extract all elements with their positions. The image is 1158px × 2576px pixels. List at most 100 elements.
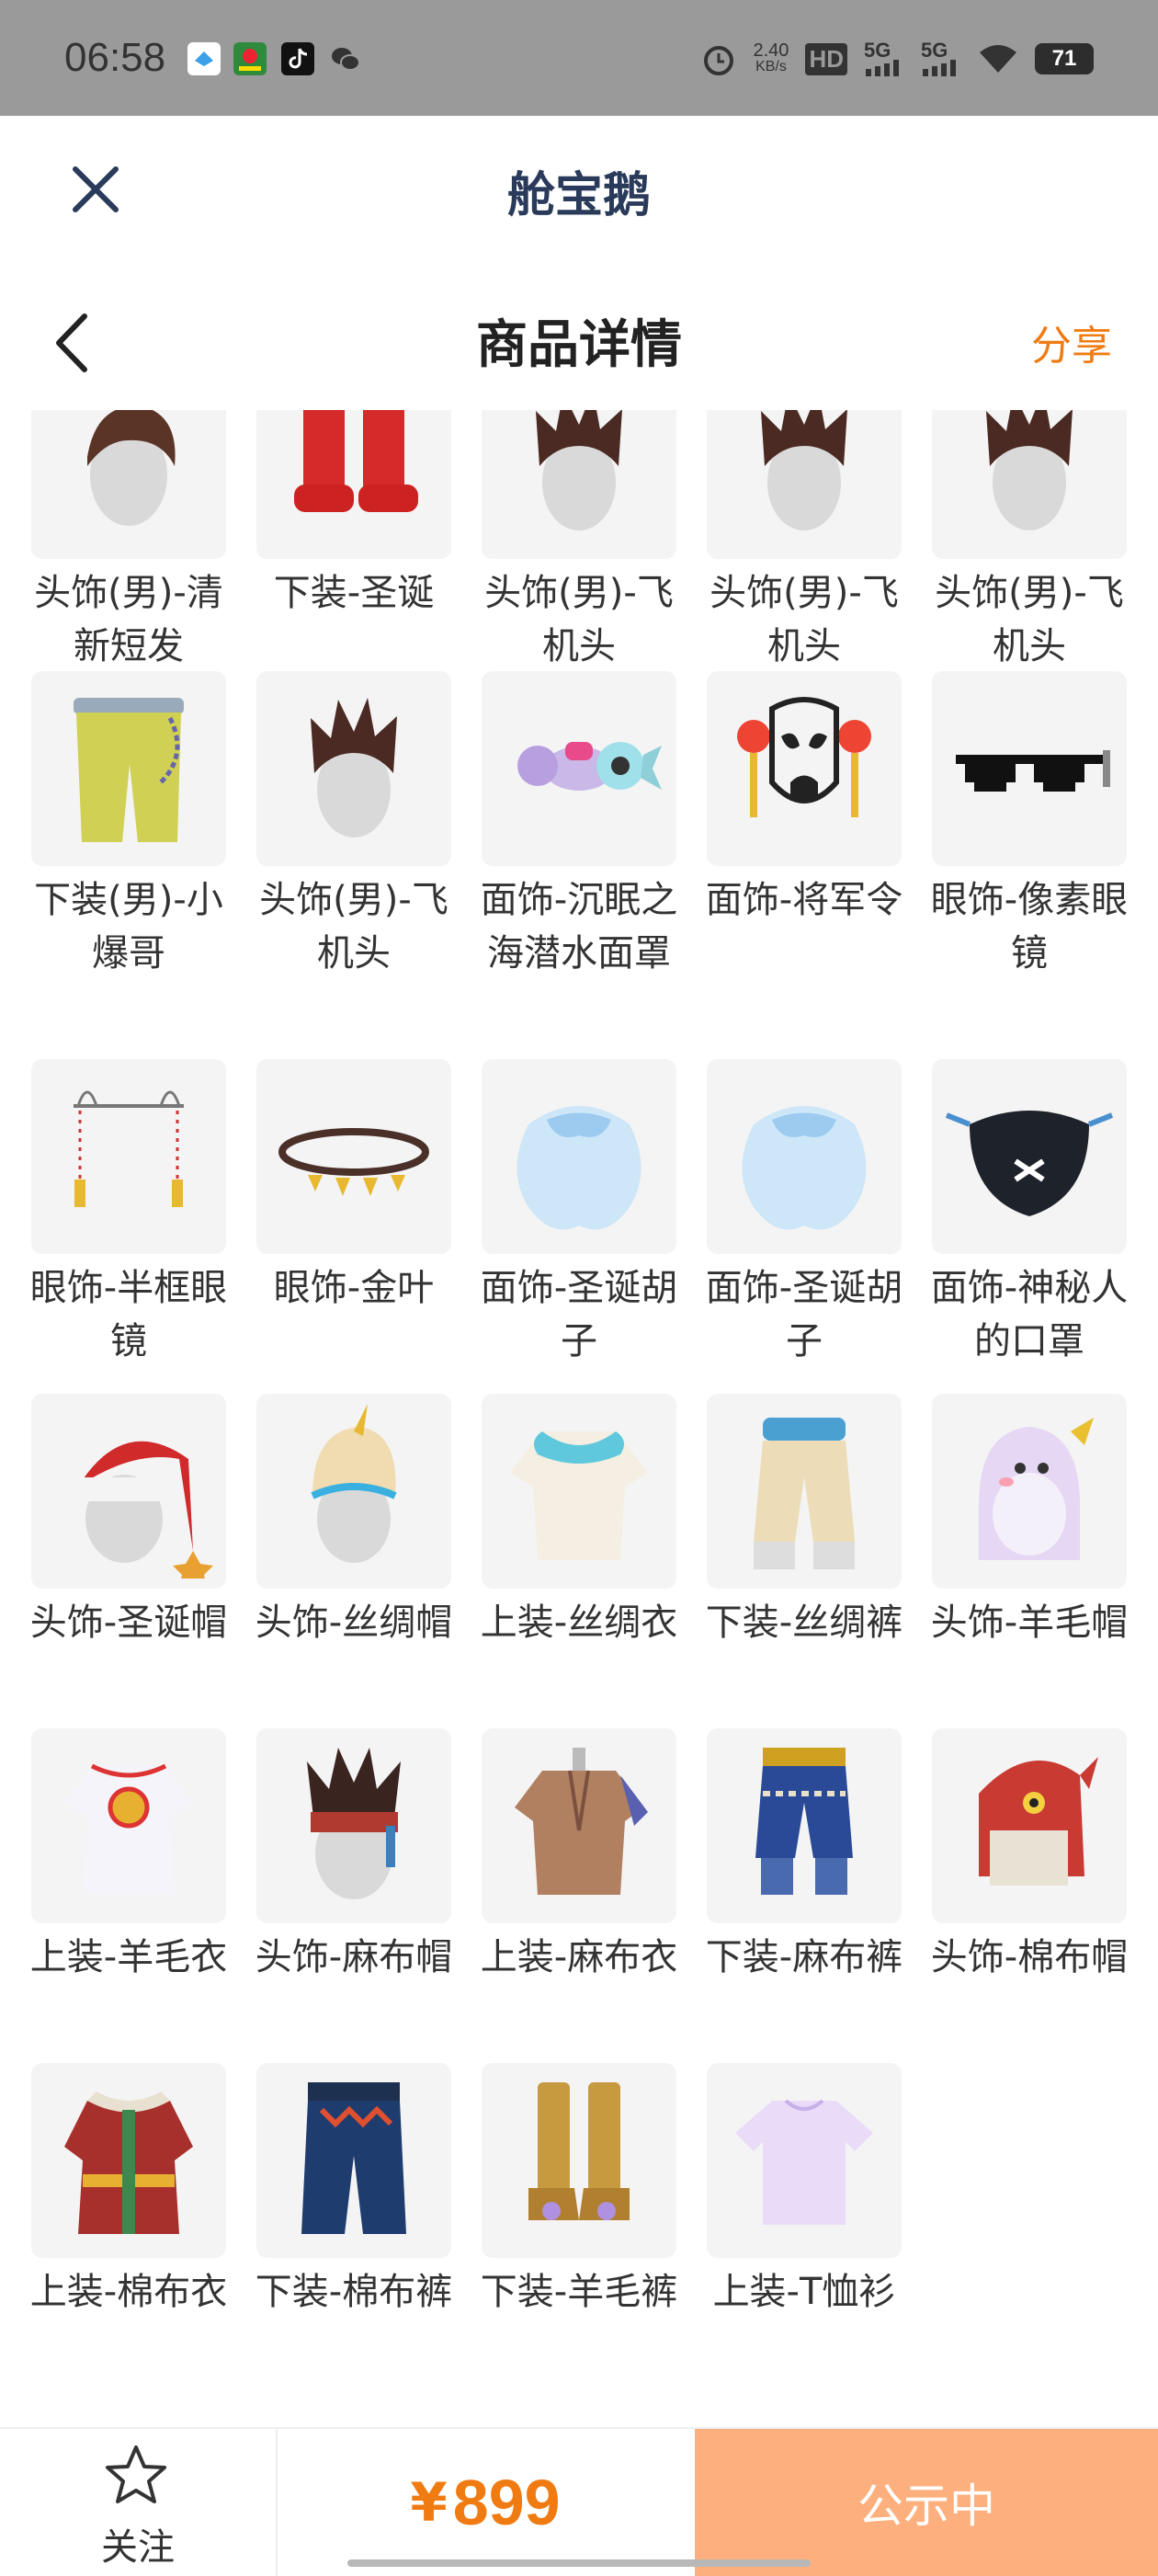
star-icon bbox=[106, 2445, 166, 2503]
product-item[interactable]: 面饰-圣诞胡子 bbox=[481, 1059, 677, 1368]
product-item-label: 头饰-麻布帽 bbox=[255, 1936, 453, 1978]
net-speed-value: 2.40 bbox=[753, 40, 789, 61]
signal-bars-icon bbox=[866, 60, 899, 76]
signal-label-2: 5G bbox=[921, 39, 948, 62]
battery-indicator: 71 bbox=[1035, 43, 1094, 74]
wool-hat-icon bbox=[932, 1394, 1127, 1589]
product-item[interactable]: 眼饰-半框眼镜 bbox=[30, 1059, 227, 1368]
product-item[interactable]: 下装-麻布裤 bbox=[706, 1728, 903, 1984]
product-item[interactable]: 面饰-圣诞胡子 bbox=[706, 1059, 903, 1368]
product-item[interactable]: 上装-麻布衣 bbox=[481, 1728, 677, 1984]
tshirt-icon bbox=[707, 2063, 902, 2258]
hair-spiky-icon bbox=[256, 671, 451, 866]
status-right: 2.40 KB/s HD 5G 5G 71 bbox=[700, 39, 1094, 79]
wool-boots-icon bbox=[482, 2063, 676, 2258]
wifi-icon bbox=[980, 45, 1016, 73]
product-item-label: 面饰-沉眠之海潜水面罩 bbox=[480, 879, 678, 975]
product-item-label: 上装-T恤衫 bbox=[712, 2271, 896, 2313]
product-item-label: 头饰(男)-飞机头 bbox=[710, 572, 899, 667]
product-item-label: 面饰-圣诞胡子 bbox=[705, 1267, 903, 1362]
hair-short-icon bbox=[31, 410, 226, 559]
product-item[interactable]: 下装-羊毛裤 bbox=[481, 2063, 677, 2319]
product-item-label: 面饰-神秘人的口罩 bbox=[930, 1267, 1129, 1362]
product-item-label: 头饰-圣诞帽 bbox=[29, 1601, 228, 1644]
product-item[interactable]: 面饰-沉眠之海潜水面罩 bbox=[481, 671, 677, 980]
price-value: 899 bbox=[452, 2467, 561, 2538]
product-item[interactable]: 下装-圣诞 bbox=[256, 410, 451, 620]
signal-bars-icon bbox=[923, 60, 956, 76]
product-item[interactable]: 头饰(男)-飞机头 bbox=[707, 410, 902, 673]
product-item[interactable]: 头饰-丝绸帽 bbox=[255, 1394, 452, 1649]
product-item-label: 头饰(男)-飞机头 bbox=[935, 572, 1124, 667]
product-item-label: 眼饰-半框眼镜 bbox=[29, 1267, 228, 1362]
product-item[interactable]: 头饰-麻布帽 bbox=[255, 1728, 452, 1984]
linen-shirt-icon bbox=[482, 1728, 676, 1923]
status-time: 06:58 bbox=[64, 35, 166, 80]
product-item[interactable]: 上装-棉布衣 bbox=[30, 2063, 227, 2319]
product-item-label: 头饰(男)-飞机头 bbox=[484, 572, 674, 667]
product-item[interactable]: 头饰(男)-清新短发 bbox=[31, 410, 226, 673]
cotton-pants-icon bbox=[256, 2063, 451, 2258]
app-title: 舱宝鹅 bbox=[506, 168, 651, 223]
linen-pants-icon bbox=[707, 1728, 902, 1923]
product-item[interactable]: 下装(男)-小爆哥 bbox=[31, 671, 226, 980]
silk-shirt-icon bbox=[482, 1394, 676, 1589]
product-item-label: 上装-羊毛衣 bbox=[29, 1936, 228, 1978]
product-item-label: 上装-丝绸衣 bbox=[480, 1601, 678, 1644]
silk-pants-icon bbox=[707, 1394, 902, 1589]
product-item-label: 下装-羊毛裤 bbox=[480, 2271, 678, 2313]
product-item-label: 下装-圣诞 bbox=[273, 572, 435, 614]
product-item[interactable]: 头饰-圣诞帽 bbox=[30, 1394, 227, 1649]
alarm-icon bbox=[703, 46, 733, 75]
product-item-label: 头饰-羊毛帽 bbox=[930, 1601, 1129, 1644]
product-item[interactable]: 眼饰-像素眼镜 bbox=[931, 671, 1128, 980]
product-item[interactable]: 面饰-将军令 bbox=[706, 671, 903, 927]
product-item-label: 下装(男)-小爆哥 bbox=[34, 879, 223, 975]
product-item[interactable]: 下装-棉布裤 bbox=[255, 2063, 452, 2319]
gold-leaf-icon bbox=[256, 1059, 451, 1254]
wechat-icon bbox=[329, 42, 362, 75]
hair-spiky-icon bbox=[932, 410, 1127, 559]
product-item-label: 头饰(男)-飞机头 bbox=[259, 879, 448, 975]
product-item[interactable]: 上装-T恤衫 bbox=[707, 2063, 902, 2319]
product-item[interactable]: 眼饰-金叶 bbox=[256, 1059, 451, 1315]
price: ¥ 899 bbox=[276, 2429, 695, 2576]
xmas-hat-icon bbox=[31, 1394, 226, 1589]
status-button[interactable]: 公示中 bbox=[695, 2429, 1158, 2576]
product-item[interactable]: 头饰(男)-飞机头 bbox=[932, 410, 1127, 673]
xmas-beard-icon bbox=[707, 1059, 902, 1254]
product-item-label: 下装-丝绸裤 bbox=[705, 1601, 903, 1644]
product-item[interactable]: 头饰-棉布帽 bbox=[931, 1728, 1128, 1984]
hair-spiky-icon bbox=[707, 410, 902, 559]
hair-spiky-icon bbox=[482, 410, 676, 559]
product-item-label: 上装-棉布衣 bbox=[29, 2271, 228, 2313]
product-item[interactable]: 头饰-羊毛帽 bbox=[931, 1394, 1128, 1649]
product-item[interactable]: 上装-羊毛衣 bbox=[30, 1728, 227, 1984]
share-button[interactable]: 分享 bbox=[1031, 313, 1112, 371]
product-item-label: 下装-棉布裤 bbox=[255, 2271, 453, 2313]
mini-program-topbar: 舱宝鹅 bbox=[0, 116, 1158, 254]
opera-mask-icon bbox=[707, 671, 902, 866]
product-item[interactable]: 面饰-神秘人的口罩 bbox=[931, 1059, 1128, 1368]
product-item[interactable]: 下装-丝绸裤 bbox=[706, 1394, 903, 1649]
product-item-label: 上装-麻布衣 bbox=[480, 1936, 678, 1978]
page-header: 商品详情 分享 bbox=[0, 267, 1158, 405]
item-grid: 头饰(男)-清新短发 下装-圣诞 头饰(男)-飞机头 头饰(男)-飞机头 头饰(男)-飞… bbox=[0, 410, 1158, 2368]
product-item[interactable]: 头饰(男)-飞机头 bbox=[256, 671, 451, 980]
product-item[interactable]: 上装-丝绸衣 bbox=[481, 1394, 677, 1649]
black-mask-icon bbox=[932, 1059, 1127, 1254]
silk-turban-icon bbox=[256, 1394, 451, 1589]
xmas-beard-icon bbox=[482, 1059, 676, 1254]
bottom-bar: 关注 ¥ 899 公示中 bbox=[0, 2427, 1158, 2576]
product-item[interactable]: 头饰(男)-飞机头 bbox=[482, 410, 676, 673]
app-icon-2 bbox=[233, 42, 267, 75]
yellow-pants-icon bbox=[31, 671, 226, 866]
app-icon-1 bbox=[187, 42, 221, 75]
product-item-label: 眼饰-像素眼镜 bbox=[930, 879, 1129, 975]
product-item-label: 眼饰-金叶 bbox=[273, 1267, 435, 1309]
net-speed-unit: KB/s bbox=[755, 59, 787, 74]
page-title: 商品详情 bbox=[476, 315, 682, 375]
product-item-label: 头饰-棉布帽 bbox=[930, 1936, 1129, 1978]
follow-button[interactable]: 关注 bbox=[0, 2429, 278, 2576]
status-bar: 06:58 2.40 KB/s HD 5G 5G 71 bbox=[0, 0, 1158, 116]
